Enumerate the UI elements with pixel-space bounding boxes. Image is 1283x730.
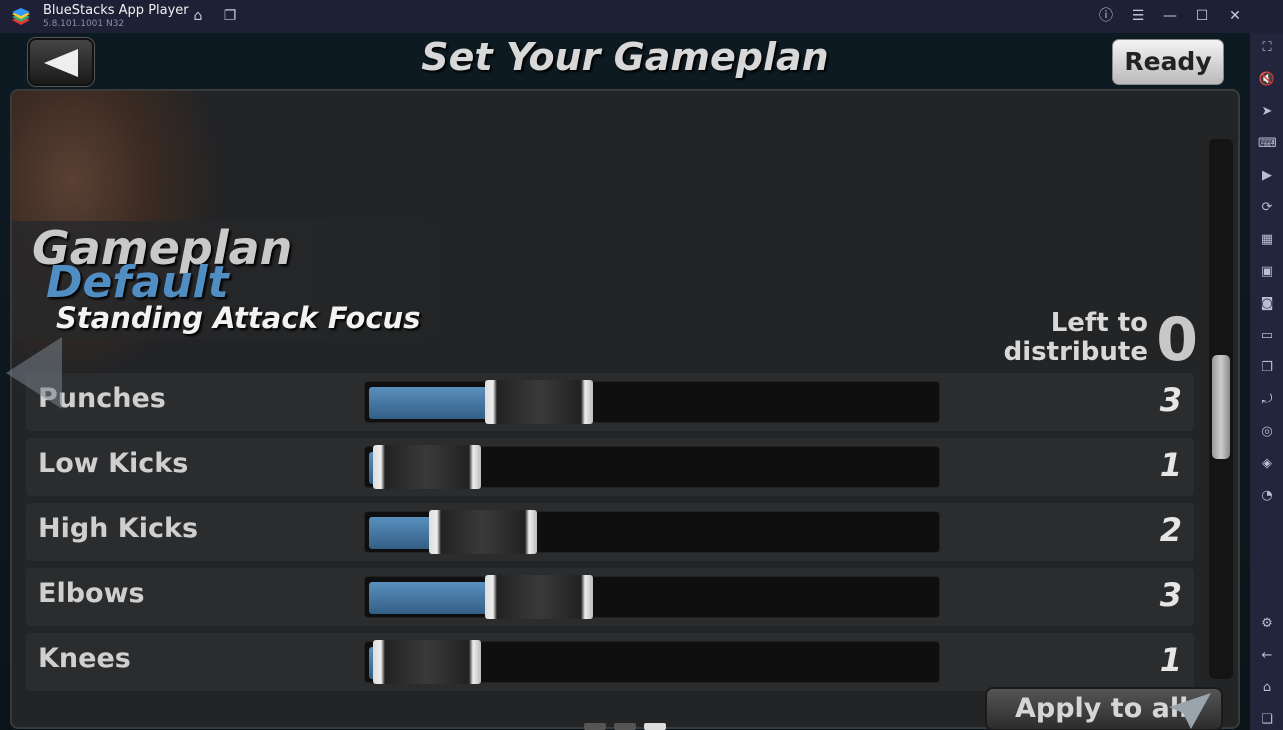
back-icon[interactable]: ← [1258,647,1276,665]
bluestacks-logo [12,8,30,25]
slider-value: 3 [1159,381,1182,419]
page-title: Set Your Gameplan [421,35,829,79]
slider-row-low-kicks: Low Kicks 1 [26,438,1194,496]
slider-track[interactable] [364,380,940,424]
slider-thumb[interactable] [485,380,593,424]
slider-row-elbows: Elbows 3 [26,568,1194,626]
page-dot[interactable] [614,723,636,730]
left-to-distribute-label: Left to distribute [1004,309,1148,367]
sync-icon[interactable]: ⟳ [1258,199,1276,217]
settings-icon[interactable]: ⚙ [1258,615,1276,633]
slider-label: Knees [38,643,131,674]
rotate-icon[interactable]: ⤾ [1258,391,1276,409]
slider-thumb[interactable] [429,510,537,554]
slider-thumb[interactable] [485,575,593,619]
title-bar: BlueStacks App Player 5.8.101.1001 N32 ⌂… [0,0,1283,33]
page-indicator [584,715,674,730]
layers-icon[interactable]: ◈ [1258,455,1276,473]
slider-thumb[interactable] [373,445,481,489]
maximize-icon[interactable]: ☐ [1193,7,1211,25]
multi-instance-icon[interactable]: ❐ [1258,359,1276,377]
right-sidebar: ⛶ 🔇 ➤ ⌨ ▶ ⟳ ▦ ▣ ◙ ▭ ❐ ⤾ ◎ ◈ ◔ ⚙ ← ⌂ ❏ [1250,33,1283,730]
performance-icon[interactable]: ▦ [1258,231,1276,249]
gameplan-focus: Standing Attack Focus [56,301,421,335]
slider-track[interactable] [364,510,940,554]
previous-arrow-icon[interactable] [2,335,64,411]
scrollbar-thumb[interactable] [1212,355,1230,459]
multi-instance-icon[interactable]: ❐ [221,7,239,25]
keyboard-icon[interactable]: ⌨ [1258,135,1277,153]
ltd-line2: distribute [1003,337,1148,367]
left-to-distribute-value: 0 [1156,305,1198,375]
ltd-line1: Left to [1050,308,1148,338]
ready-button[interactable]: Ready [1112,39,1224,85]
slider-fill [369,582,489,614]
slider-label: Low Kicks [38,448,189,479]
slider-value: 1 [1159,641,1182,679]
gameplan-panel: Gameplan Default Standing Attack Focus L… [10,89,1240,729]
volume-mute-icon[interactable]: 🔇 [1258,71,1276,89]
home-icon[interactable]: ⌂ [1258,679,1276,697]
location-icon[interactable]: ◎ [1258,423,1276,441]
slider-label: High Kicks [38,513,199,544]
folder-icon[interactable]: ▭ [1258,327,1276,345]
slider-row-high-kicks: High Kicks 2 [26,503,1194,561]
slider-fill [369,387,489,419]
macro-record-icon[interactable]: ▶ [1258,167,1276,185]
recent-apps-icon[interactable]: ❏ [1258,711,1276,729]
scrollbar[interactable] [1209,139,1233,679]
screenshot-icon[interactable]: ◙ [1258,295,1276,313]
slider-track[interactable] [364,575,940,619]
fullscreen-icon[interactable]: ⛶ [1258,39,1276,57]
apk-install-icon[interactable]: ▣ [1258,263,1276,281]
page-dot[interactable] [644,723,666,730]
slider-label: Elbows [38,578,145,609]
slider-row-knees: Knees 1 [26,633,1194,691]
slider-value: 1 [1159,446,1182,484]
app-version: 5.8.101.1001 N32 [43,19,125,29]
game-screen: Gameplan Default Standing Attack Focus L… [0,33,1250,730]
slider-fill [369,517,433,549]
close-icon[interactable]: ✕ [1226,7,1244,25]
app-title: BlueStacks App Player [43,3,189,18]
pointer-icon[interactable]: ➤ [1258,103,1276,121]
slider-value: 2 [1159,511,1182,549]
apply-to-all-button[interactable]: Apply to all [985,687,1223,730]
cursor-arrow-icon [1169,693,1211,729]
menu-icon[interactable]: ☰ [1129,7,1147,25]
slider-track[interactable] [364,445,940,489]
home-icon[interactable]: ⌂ [189,7,207,25]
slider-thumb[interactable] [373,640,481,684]
slider-value: 3 [1159,576,1182,614]
slider-row-punches: Punches 3 [26,373,1194,431]
page-dot[interactable] [584,723,606,730]
speed-icon[interactable]: ◔ [1258,487,1276,505]
help-icon[interactable]: ⓘ [1097,7,1115,25]
minimize-icon[interactable]: — [1161,7,1179,25]
slider-track[interactable] [364,640,940,684]
